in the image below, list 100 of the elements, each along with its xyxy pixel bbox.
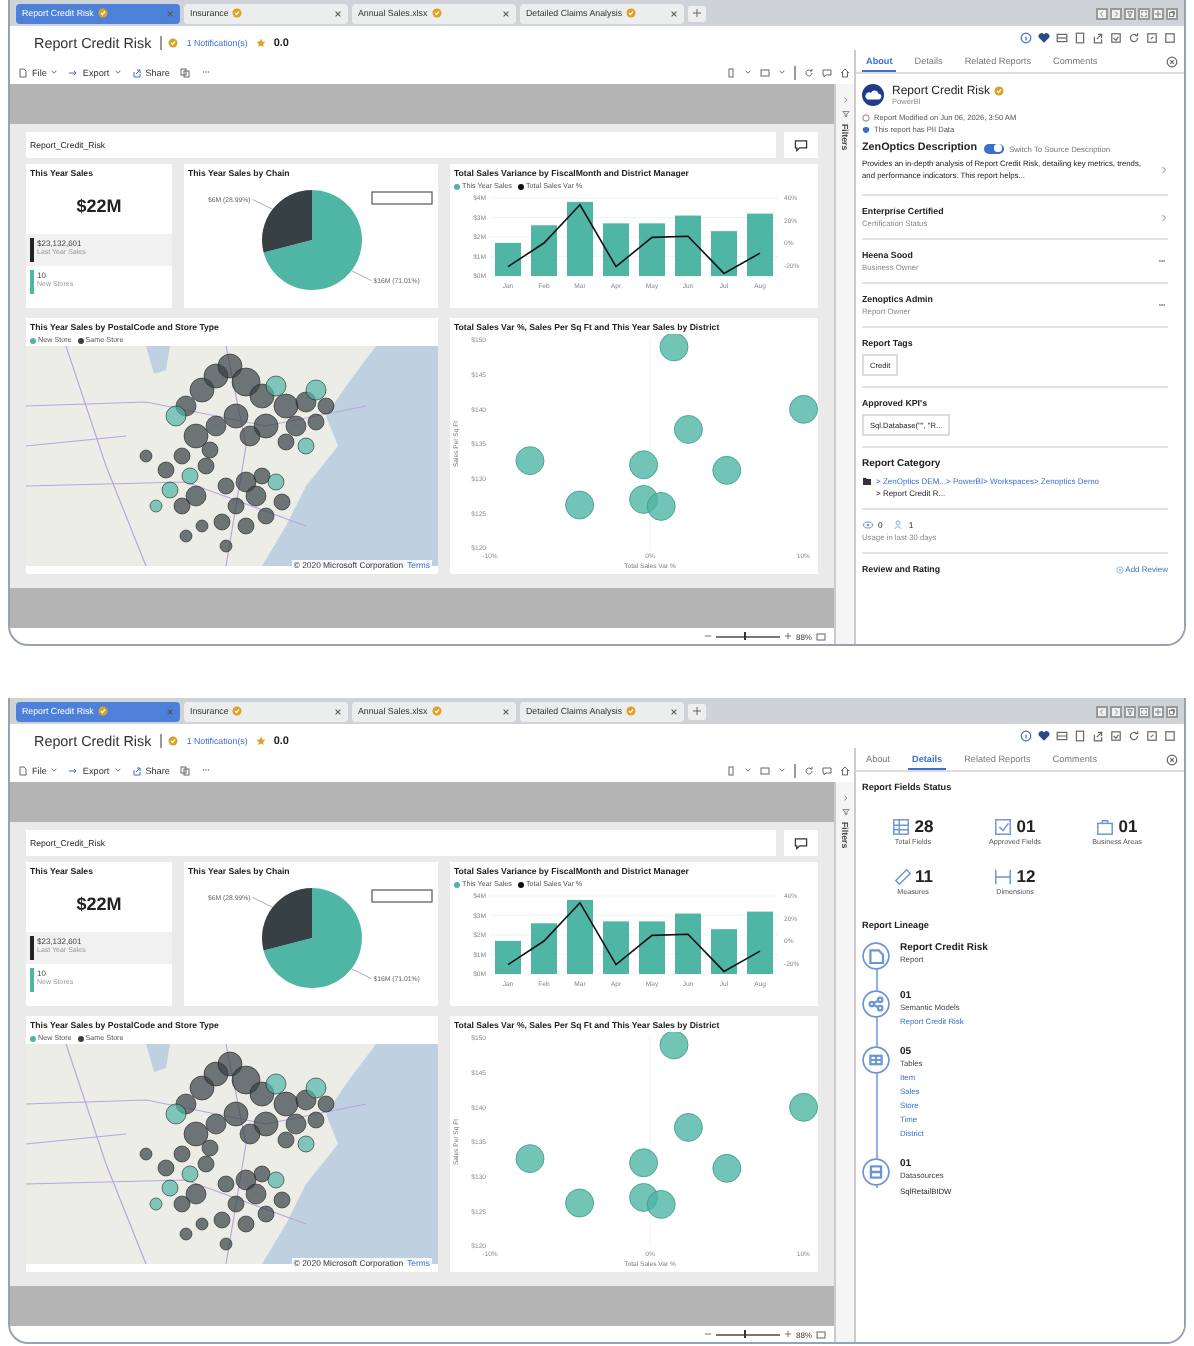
comment-button[interactable] — [784, 830, 818, 856]
phone-view-icon[interactable] — [726, 765, 737, 775]
stat-value: 12 — [1016, 866, 1036, 886]
kpi-value: $22M — [74, 894, 124, 914]
expand-icon[interactable] — [1146, 730, 1158, 742]
share-icon[interactable] — [1092, 730, 1104, 742]
eye-icon — [862, 520, 874, 531]
bubble — [674, 415, 703, 444]
tray-icon[interactable] — [1056, 730, 1068, 742]
home-icon[interactable] — [840, 765, 850, 775]
square-icon[interactable] — [1164, 32, 1176, 44]
legend-box — [371, 889, 433, 903]
bar — [603, 223, 629, 276]
checkbox-icon[interactable] — [1110, 730, 1122, 742]
info-icon[interactable] — [1020, 730, 1032, 742]
heart-icon[interactable] — [1038, 32, 1050, 44]
back-icon[interactable] — [1096, 705, 1108, 717]
chevron-right-icon[interactable] — [1160, 163, 1168, 176]
comment-button[interactable] — [784, 132, 818, 158]
info-icon[interactable] — [1020, 32, 1032, 44]
copy-icon[interactable] — [179, 765, 190, 775]
legend-box — [371, 191, 433, 205]
shield-icon — [862, 126, 870, 134]
document-icon — [862, 942, 890, 970]
comment-icon[interactable] — [822, 67, 832, 77]
share-nodes-icon — [862, 990, 890, 1018]
share-icon — [131, 765, 142, 775]
new-tab-button[interactable] — [688, 703, 706, 719]
toggle-switch[interactable] — [983, 143, 1004, 153]
document-icon — [18, 765, 28, 775]
bubble — [515, 446, 545, 476]
fullscreen-icon[interactable] — [1138, 7, 1150, 19]
stat-value: 01 — [1016, 816, 1036, 836]
certified-icon — [232, 706, 243, 716]
bar — [531, 225, 557, 276]
home-icon[interactable] — [840, 67, 850, 77]
restore-icon[interactable] — [1166, 7, 1178, 19]
table-icon — [862, 1046, 890, 1074]
forward-icon[interactable] — [1110, 7, 1122, 19]
plus-icon[interactable] — [1152, 7, 1164, 19]
copy-icon[interactable] — [179, 67, 190, 77]
close-icon[interactable] — [334, 9, 342, 17]
bar — [495, 242, 521, 276]
phone-view-icon[interactable] — [726, 67, 737, 77]
restore-icon[interactable] — [1166, 705, 1178, 717]
caret-icon — [778, 766, 787, 774]
close-icon[interactable] — [670, 707, 678, 715]
close-circle-icon[interactable] — [1166, 754, 1178, 766]
caret-icon — [50, 766, 59, 774]
bar — [639, 223, 665, 276]
refresh-icon[interactable] — [804, 765, 814, 775]
close-icon[interactable] — [334, 707, 342, 715]
bubble — [565, 1188, 594, 1218]
leader-line — [252, 198, 273, 210]
page-view-icon[interactable] — [760, 765, 771, 775]
filter-icon[interactable] — [1124, 7, 1136, 19]
refresh-icon[interactable] — [1128, 32, 1140, 44]
refresh-icon[interactable] — [804, 67, 814, 77]
bar — [675, 215, 701, 276]
legend-dot — [517, 881, 524, 887]
heart-icon[interactable] — [1038, 730, 1050, 742]
expand-icon[interactable] — [1146, 32, 1158, 44]
kpi-value: $22M — [74, 196, 124, 216]
new-tab-button[interactable] — [688, 5, 706, 21]
certified-icon — [994, 86, 1005, 96]
minus-icon[interactable] — [703, 1330, 712, 1338]
close-icon[interactable] — [502, 707, 510, 715]
fullscreen-icon[interactable] — [1138, 705, 1150, 717]
page-view-icon[interactable] — [760, 67, 771, 77]
tray-icon[interactable] — [1056, 32, 1068, 44]
document-icon[interactable] — [1074, 730, 1086, 742]
document-icon[interactable] — [1074, 32, 1086, 44]
checkbox-icon[interactable] — [1110, 32, 1122, 44]
fit-page-icon[interactable] — [816, 1329, 826, 1339]
minus-icon[interactable] — [703, 632, 712, 640]
certified-icon — [626, 706, 637, 716]
bubble — [565, 490, 594, 520]
close-icon[interactable] — [670, 9, 678, 17]
plus-icon[interactable] — [783, 632, 792, 640]
close-circle-icon[interactable] — [1166, 56, 1178, 68]
stat-value: 01 — [1118, 816, 1138, 836]
bar — [711, 231, 737, 276]
filter-icon[interactable] — [1124, 705, 1136, 717]
share-icon[interactable] — [1092, 32, 1104, 44]
leader-line — [252, 896, 273, 908]
chevron-right-icon[interactable] — [1160, 211, 1168, 224]
square-icon[interactable] — [1164, 730, 1176, 742]
close-icon[interactable] — [502, 9, 510, 17]
plus-icon — [692, 8, 702, 18]
comment-icon[interactable] — [822, 765, 832, 775]
refresh-icon[interactable] — [1128, 730, 1140, 742]
back-icon[interactable] — [1096, 7, 1108, 19]
plus-icon[interactable] — [1152, 705, 1164, 717]
database-icon — [862, 1158, 890, 1186]
plus-icon[interactable] — [783, 1330, 792, 1338]
forward-icon[interactable] — [1110, 705, 1122, 717]
fit-page-icon[interactable] — [816, 631, 826, 641]
bar — [675, 913, 701, 974]
filter-icon — [841, 110, 849, 118]
bubble — [674, 1113, 703, 1142]
